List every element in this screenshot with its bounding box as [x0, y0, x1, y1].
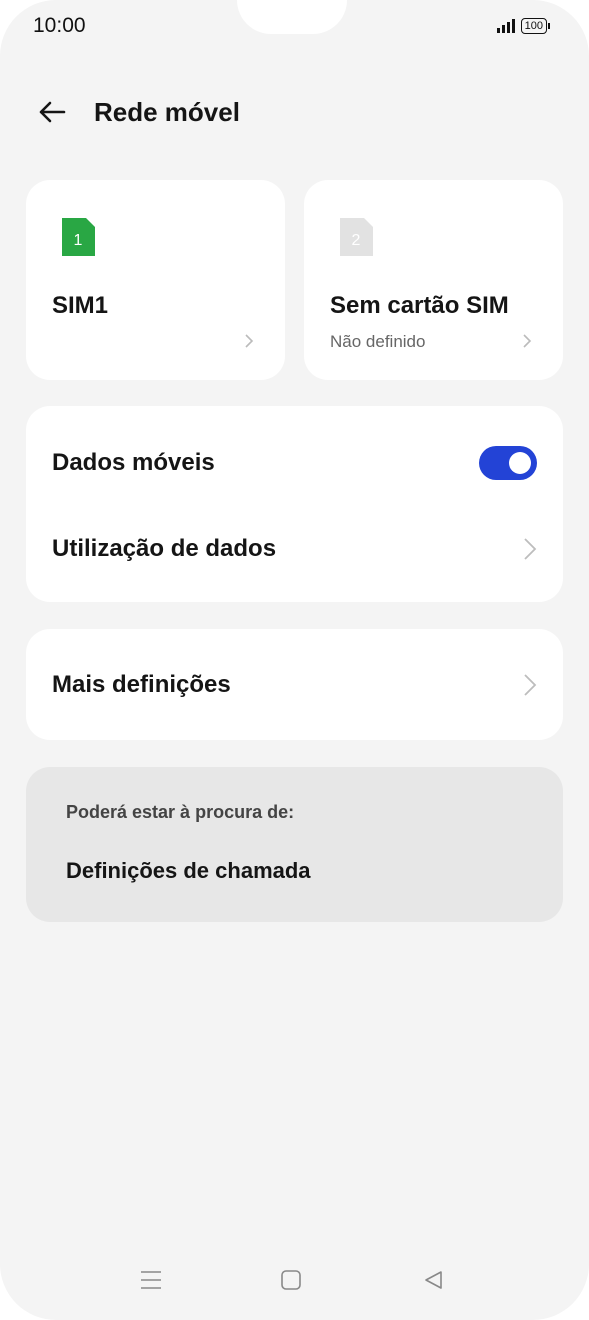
sim1-slot-number: 1: [74, 232, 83, 249]
sim2-slot-number: 2: [352, 232, 361, 249]
header: Rede móvel: [36, 96, 240, 128]
status-icons: 100: [496, 16, 551, 36]
back-arrow-icon[interactable]: [36, 96, 68, 128]
chevron-right-icon: [523, 334, 532, 348]
mobile-data-toggle[interactable]: [479, 446, 537, 480]
data-usage-row[interactable]: Utilização de dados: [52, 532, 537, 566]
suggestions-card: Poderá estar à procura de: Definições de…: [26, 767, 563, 922]
data-settings-card: Dados móveis Utilização de dados: [26, 406, 563, 602]
sim1-card[interactable]: 1 SIM1: [26, 180, 285, 380]
data-usage-label: Utilização de dados: [52, 535, 277, 562]
more-settings-card[interactable]: Mais definições: [26, 629, 563, 740]
back-triangle-icon[interactable]: [413, 1260, 453, 1300]
status-time: 10:00: [33, 14, 86, 37]
sim2-name: Sem cartão SIM: [330, 292, 509, 319]
chevron-right-icon: [245, 334, 254, 348]
menu-icon[interactable]: [131, 1260, 171, 1300]
more-settings-label: Mais definições: [52, 671, 231, 698]
chevron-right-icon: [524, 674, 537, 696]
sim2-status: Não definido: [330, 332, 426, 351]
page-title: Rede móvel: [94, 96, 240, 127]
mobile-data-row[interactable]: Dados móveis: [52, 446, 537, 480]
camera-notch: [237, 0, 347, 34]
navigation-bar: [0, 1260, 589, 1300]
more-settings-row[interactable]: Mais definições: [52, 668, 537, 702]
phone-screen: 10:00 100 Rede móvel 1 SIM1 2 Sem cartão…: [0, 0, 589, 1320]
home-icon[interactable]: [271, 1260, 311, 1300]
sim-card-icon: 2: [340, 218, 373, 256]
call-settings-link[interactable]: Definições de chamada: [66, 858, 311, 884]
toggle-knob: [509, 452, 531, 474]
chevron-right-icon: [524, 538, 537, 560]
sim-card-icon: 1: [62, 218, 95, 256]
signal-icon: [496, 19, 515, 33]
sim2-card[interactable]: 2 Sem cartão SIM Não definido: [304, 180, 563, 380]
mobile-data-label: Dados móveis: [52, 449, 215, 476]
sim1-name: SIM1: [52, 292, 109, 319]
battery-icon: 100: [520, 18, 551, 34]
suggestions-heading: Poderá estar à procura de:: [66, 802, 295, 822]
